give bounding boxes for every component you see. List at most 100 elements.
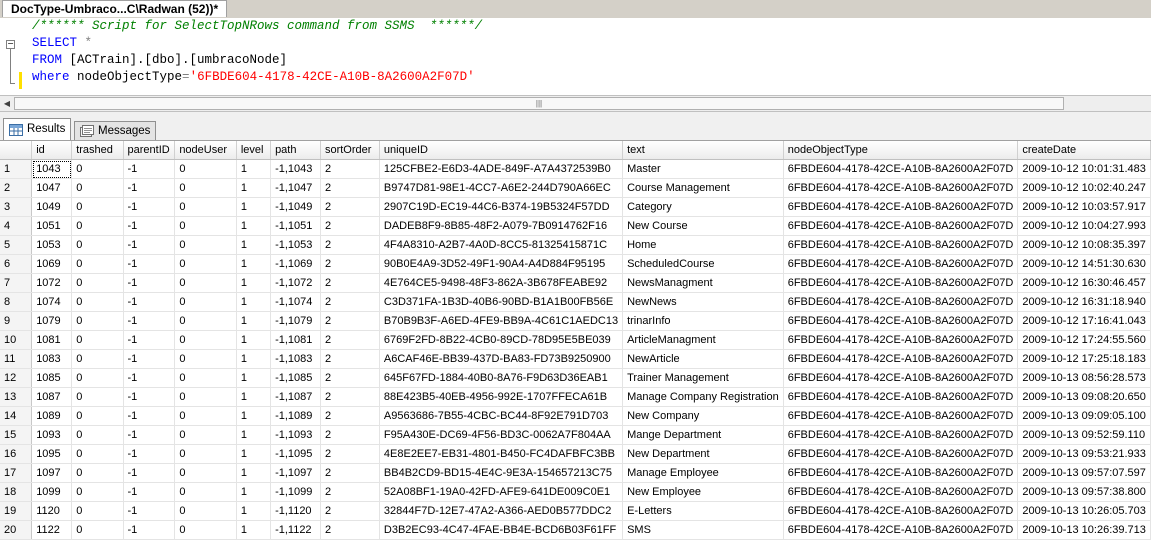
table-row[interactable]: 19 1120 0 -1 0 1 -1,1120 2 32844F7D-12E7-47A2-A3… [0, 501, 1151, 521]
column-header-path[interactable]: path [270, 141, 321, 160]
row-number-cell[interactable]: 15 [0, 425, 33, 445]
tab-results[interactable]: Results [3, 118, 72, 140]
results-grid[interactable]: id trashed parentID nodeUser level path sortOr… [0, 141, 1151, 543]
fold-collapse-icon[interactable]: − [6, 40, 15, 49]
table-row[interactable]: 3 1049 0 -1 0 1 -1,1049 2 2907C19D-EC19-44C6-B37… [0, 197, 1151, 217]
row-number-cell[interactable]: 2 [0, 178, 33, 198]
grid-cell-nodeuser: 0 [174, 444, 237, 464]
table-row[interactable]: 6 1069 0 -1 0 1 -1,1069 2 90B0E4A9-3D52-49F1-90A… [0, 254, 1151, 274]
grid-cell-path: -1,1053 [270, 235, 321, 255]
row-number-cell[interactable]: 4 [0, 216, 33, 236]
column-header-uniqueid[interactable]: uniqueID [379, 141, 624, 160]
tab-query-document[interactable]: DocType-Umbraco...C\Radwan (52))* [2, 0, 228, 17]
row-number-cell[interactable]: 13 [0, 387, 33, 407]
grid-cell-createdate: 2009-10-12 14:51:30.630 [1017, 254, 1151, 274]
grid-cell-sortorder: 2 [320, 349, 380, 369]
grid-cell-nodeobjecttype: 6FBDE604-4178-42CE-A10B-8A2600A2F07D [783, 178, 1019, 198]
grid-cell-uniqueid: 4E764CE5-9498-48F3-862A-3B678FEABE92 [379, 273, 624, 293]
results-tabstrip: Results Messages [0, 112, 1151, 141]
grid-body: 1 1043 0 -1 0 1 -1,1043 2 125CFBE2-E6D3-4ADE-849… [0, 159, 1151, 540]
table-row[interactable]: 7 1072 0 -1 0 1 -1,1072 2 4E764CE5-9498-48F3-862… [0, 273, 1151, 293]
grid-cell-level: 1 [236, 425, 272, 445]
grid-cell-nodeobjecttype: 6FBDE604-4178-42CE-A10B-8A2600A2F07D [783, 235, 1019, 255]
grid-cell-text: New Employee [622, 482, 784, 502]
query-editor[interactable]: /****** Script for SelectTopNRows comman… [0, 18, 1151, 95]
code-line-from: FROM [ACTrain].[dbo].[umbracoNode] [32, 52, 287, 69]
table-row[interactable]: 1 1043 0 -1 0 1 -1,1043 2 125CFBE2-E6D3-4ADE-849… [0, 159, 1151, 179]
grid-cell-path: -1,1049 [270, 197, 321, 217]
grid-cell-path: -1,1072 [270, 273, 321, 293]
grid-cell-createdate: 2009-10-13 09:57:07.597 [1017, 463, 1151, 483]
row-number-cell[interactable]: 10 [0, 330, 33, 350]
grid-cell-parentid: -1 [123, 425, 176, 445]
grid-cell-trashed: 0 [71, 159, 124, 179]
table-row[interactable]: 16 1095 0 -1 0 1 -1,1095 2 4E8E2EE7-EB31-4801-B4… [0, 444, 1151, 464]
column-header-level[interactable]: level [236, 141, 272, 160]
row-number-cell[interactable]: 12 [0, 368, 33, 388]
grid-cell-uniqueid: A9563686-7B55-4CBC-BC44-8F92E791D703 [379, 406, 624, 426]
row-number-cell[interactable]: 20 [0, 520, 33, 540]
table-row[interactable]: 9 1079 0 -1 0 1 -1,1079 2 B70B9B3F-A6ED-4FE9-BB9… [0, 311, 1151, 331]
row-number-cell[interactable]: 6 [0, 254, 33, 274]
table-row[interactable]: 17 1097 0 -1 0 1 -1,1097 2 BB4B2CD9-BD15-4E4C-9E… [0, 463, 1151, 483]
scroll-left-arrow-icon[interactable]: ◀ [0, 97, 14, 110]
grid-cell-parentid: -1 [123, 463, 176, 483]
results-table: id trashed parentID nodeUser level path sortOr… [0, 141, 1151, 540]
row-number-cell[interactable]: 3 [0, 197, 33, 217]
grid-cell-text: Home [622, 235, 784, 255]
grid-corner[interactable] [0, 141, 33, 160]
column-header-text[interactable]: text [622, 141, 784, 160]
row-number-cell[interactable]: 17 [0, 463, 33, 483]
column-header-nodeuser[interactable]: nodeUser [174, 141, 237, 160]
grid-cell-uniqueid: 4F4A8310-A2B7-4A0D-8CC5-81325415871C [379, 235, 624, 255]
grid-cell-nodeobjecttype: 6FBDE604-4178-42CE-A10B-8A2600A2F07D [783, 425, 1019, 445]
grid-cell-sortorder: 2 [320, 216, 380, 236]
column-header-parentid[interactable]: parentID [123, 141, 176, 160]
table-row[interactable]: 5 1053 0 -1 0 1 -1,1053 2 4F4A8310-A2B7-4A0D-8CC… [0, 235, 1151, 255]
row-number-cell[interactable]: 18 [0, 482, 33, 502]
row-number-cell[interactable]: 7 [0, 273, 33, 293]
tab-messages[interactable]: Messages [74, 121, 157, 140]
grid-cell-nodeobjecttype: 6FBDE604-4178-42CE-A10B-8A2600A2F07D [783, 349, 1019, 369]
table-row[interactable]: 11 1083 0 -1 0 1 -1,1083 2 A6CAF46E-BB39-437D-BA… [0, 349, 1151, 369]
table-row[interactable]: 12 1085 0 -1 0 1 -1,1085 2 645F67FD-1884-40B0-8A… [0, 368, 1151, 388]
grid-cell-path: -1,1099 [270, 482, 321, 502]
row-number-cell[interactable]: 19 [0, 501, 33, 521]
table-row[interactable]: 14 1089 0 -1 0 1 -1,1089 2 A9563686-7B55-4CBC-BC… [0, 406, 1151, 426]
scrollbar-thumb[interactable]: ||| [14, 97, 1064, 110]
row-number-cell[interactable]: 9 [0, 311, 33, 331]
grid-cell-level: 1 [236, 444, 272, 464]
column-header-createdate[interactable]: createDate [1017, 141, 1151, 160]
column-header-trashed[interactable]: trashed [71, 141, 124, 160]
table-row[interactable]: 20 1122 0 -1 0 1 -1,1122 2 D3B2EC93-4C47-4FAE-BB… [0, 520, 1151, 540]
grid-cell-level: 1 [236, 463, 272, 483]
grid-cell-uniqueid: 645F67FD-1884-40B0-8A76-F9D63D36EAB1 [379, 368, 624, 388]
table-row[interactable]: 2 1047 0 -1 0 1 -1,1047 2 B9747D81-98E1-4CC7-A6E… [0, 178, 1151, 198]
row-number-cell[interactable]: 11 [0, 349, 33, 369]
row-number-cell[interactable]: 14 [0, 406, 33, 426]
table-row[interactable]: 13 1087 0 -1 0 1 -1,1087 2 88E423B5-40EB-4956-99… [0, 387, 1151, 407]
tab-results-label: Results [27, 123, 66, 135]
row-number-cell[interactable]: 5 [0, 235, 33, 255]
grid-cell-createdate: 2009-10-12 10:04:27.993 [1017, 216, 1151, 236]
table-row[interactable]: 8 1074 0 -1 0 1 -1,1074 2 C3D371FA-1B3D-40B6-90B… [0, 292, 1151, 312]
grid-cell-uniqueid: DADEB8F9-8B85-48F2-A079-7B0914762F16 [379, 216, 624, 236]
column-header-nodeobjecttype[interactable]: nodeObjectType [783, 141, 1019, 160]
row-number-cell[interactable]: 8 [0, 292, 33, 312]
table-row[interactable]: 15 1093 0 -1 0 1 -1,1093 2 F95A430E-DC69-4F56-BD… [0, 425, 1151, 445]
row-number-cell[interactable]: 1 [0, 159, 33, 179]
grid-cell-text: Mange Department [622, 425, 784, 445]
fold-guide-end [10, 83, 15, 84]
editor-horizontal-scrollbar[interactable]: ◀ ||| [0, 95, 1151, 112]
table-row[interactable]: 4 1051 0 -1 0 1 -1,1051 2 DADEB8F9-8B85-48F2-A07… [0, 216, 1151, 236]
grid-cell-parentid: -1 [123, 501, 176, 521]
grid-cell-nodeobjecttype: 6FBDE604-4178-42CE-A10B-8A2600A2F07D [783, 311, 1019, 331]
column-header-sortorder[interactable]: sortOrder [320, 141, 380, 160]
table-row[interactable]: 10 1081 0 -1 0 1 -1,1081 2 6769F2FD-8B22-4CB0-89… [0, 330, 1151, 350]
grid-cell-nodeobjecttype: 6FBDE604-4178-42CE-A10B-8A2600A2F07D [783, 197, 1019, 217]
grid-cell-nodeuser: 0 [174, 273, 237, 293]
row-number-cell[interactable]: 16 [0, 444, 33, 464]
column-header-id[interactable]: id [31, 141, 73, 160]
table-row[interactable]: 18 1099 0 -1 0 1 -1,1099 2 52A08BF1-19A0-42FD-AF… [0, 482, 1151, 502]
grid-cell-path: -1,1081 [270, 330, 321, 350]
